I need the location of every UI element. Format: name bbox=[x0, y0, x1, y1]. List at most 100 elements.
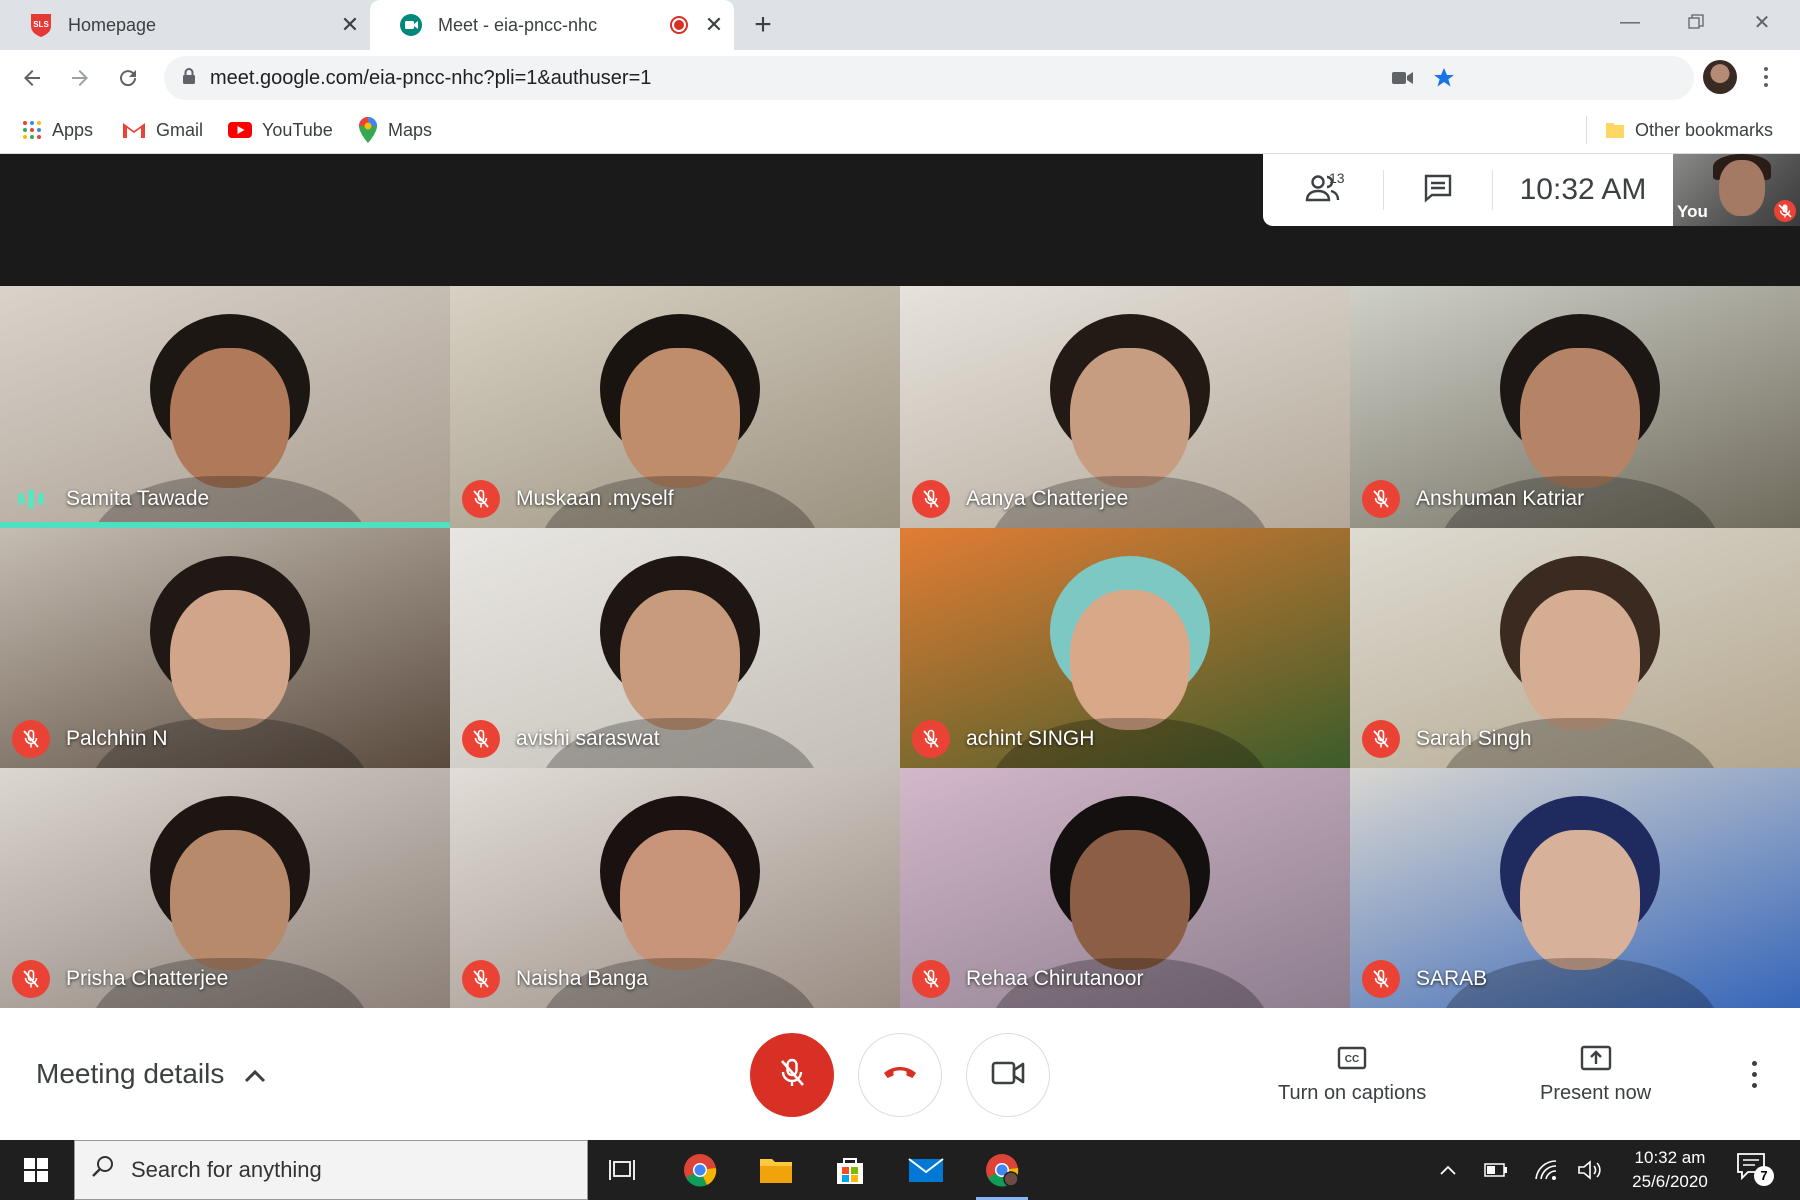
bookmark-star-icon[interactable] bbox=[1432, 56, 1456, 100]
participant-name: Anshuman Katriar bbox=[1416, 487, 1585, 510]
meeting-details-label: Meeting details bbox=[36, 1058, 225, 1089]
participant-name: Muskaan .myself bbox=[516, 487, 674, 510]
present-label: Present now bbox=[1540, 1082, 1652, 1104]
reload-icon[interactable] bbox=[108, 58, 148, 98]
present-now-button[interactable]: Present now bbox=[1540, 1040, 1651, 1105]
participant-tile[interactable]: Palchhin N bbox=[0, 528, 450, 768]
participant-tile[interactable]: avishi saraswat bbox=[450, 528, 900, 768]
volume-icon[interactable] bbox=[1572, 1140, 1608, 1200]
self-view-tile[interactable]: You bbox=[1673, 154, 1800, 226]
chat-button[interactable] bbox=[1383, 170, 1493, 210]
participant-name: Sarah Singh bbox=[1416, 727, 1532, 750]
participant-label: Sarah Singh bbox=[1362, 720, 1532, 758]
participant-face bbox=[620, 348, 740, 488]
bookmark-apps[interactable]: Apps bbox=[22, 106, 93, 154]
participant-label: Naisha Banga bbox=[462, 960, 648, 998]
bookmark-label: Maps bbox=[388, 119, 433, 140]
mic-off-icon bbox=[12, 720, 50, 758]
captions-button[interactable]: CC Turn on captions bbox=[1278, 1040, 1426, 1105]
more-options-icon[interactable] bbox=[1744, 1056, 1764, 1092]
browser-menu-icon[interactable] bbox=[1756, 60, 1776, 94]
mic-off-icon bbox=[462, 480, 500, 518]
bookmark-other[interactable]: Other bookmarks bbox=[1586, 116, 1773, 144]
system-clock[interactable]: 10:32 am 25/6/2020 bbox=[1610, 1146, 1730, 1194]
windows-start-icon[interactable] bbox=[0, 1140, 72, 1200]
back-arrow-icon[interactable] bbox=[12, 58, 52, 98]
windows-taskbar: Search for anything 10:32 am 25/6/2020 7 bbox=[0, 1140, 1800, 1200]
show-hidden-icons-icon[interactable] bbox=[1432, 1140, 1464, 1200]
profile-avatar[interactable] bbox=[1703, 60, 1737, 94]
file-explorer-icon[interactable] bbox=[746, 1146, 806, 1194]
restore-window-icon[interactable] bbox=[1666, 0, 1726, 44]
mic-off-icon bbox=[1362, 720, 1400, 758]
participant-tile[interactable]: achint SINGH bbox=[900, 528, 1350, 768]
participant-label: SARAB bbox=[1362, 960, 1487, 998]
bookmark-youtube[interactable]: YouTube bbox=[228, 106, 333, 154]
meeting-clock: 10:32 AM bbox=[1519, 173, 1647, 206]
participant-tile[interactable]: Samita Tawade bbox=[0, 286, 450, 528]
meeting-details-button[interactable]: Meeting details bbox=[36, 1008, 266, 1140]
battery-icon[interactable] bbox=[1478, 1140, 1514, 1200]
mic-off-icon bbox=[775, 1056, 809, 1095]
microsoft-store-icon[interactable] bbox=[820, 1146, 880, 1194]
meeting-info-panel: 13 10:32 AM bbox=[1263, 154, 1673, 226]
participant-label: Muskaan .myself bbox=[462, 480, 674, 518]
tab-meet[interactable]: Meet - eia-pncc-nhc ✕ bbox=[370, 0, 734, 50]
address-bar[interactable]: meet.google.com/eia-pncc-nhc?pli=1&authu… bbox=[164, 56, 1694, 100]
bookmark-label: YouTube bbox=[262, 119, 333, 140]
task-view-icon[interactable] bbox=[592, 1146, 652, 1194]
chevron-up-icon bbox=[244, 1058, 266, 1090]
closed-captions-icon: CC bbox=[1337, 1040, 1367, 1076]
notification-count: 7 bbox=[1754, 1166, 1774, 1186]
participant-tile[interactable]: SARAB bbox=[1350, 768, 1800, 1008]
participant-name: SARAB bbox=[1416, 967, 1488, 990]
lock-icon bbox=[182, 67, 196, 90]
leave-call-button[interactable] bbox=[858, 1033, 942, 1117]
bookmark-maps[interactable]: Maps bbox=[358, 106, 432, 154]
self-mic-off-icon bbox=[1774, 200, 1796, 226]
participant-grid: Samita Tawade Muskaan .myself Aanya Chat… bbox=[0, 286, 1800, 1008]
new-tab-button[interactable]: + bbox=[746, 8, 780, 42]
forward-arrow-icon[interactable] bbox=[60, 58, 100, 98]
mic-off-icon bbox=[912, 960, 950, 998]
clock-date: 25/6/2020 bbox=[1632, 1172, 1708, 1191]
participant-label: Rehaa Chirutanoor bbox=[912, 960, 1143, 998]
close-window-icon[interactable]: ✕ bbox=[1732, 0, 1792, 44]
participants-button[interactable]: 13 bbox=[1263, 170, 1383, 207]
participant-face bbox=[1520, 830, 1640, 970]
participant-name: Aanya Chatterjee bbox=[966, 487, 1129, 510]
tab-title: Meet - eia-pncc-nhc bbox=[438, 14, 598, 35]
search-icon bbox=[91, 1155, 115, 1185]
apps-grid-icon bbox=[22, 120, 42, 140]
participant-tile[interactable]: Muskaan .myself bbox=[450, 286, 900, 528]
tab-homepage[interactable]: SLS Homepage ✕ bbox=[0, 0, 370, 50]
participant-tile[interactable]: Naisha Banga bbox=[450, 768, 900, 1008]
participant-tile[interactable]: Aanya Chatterjee bbox=[900, 286, 1350, 528]
microphone-toggle-button[interactable] bbox=[750, 1033, 834, 1117]
camera-in-use-icon[interactable] bbox=[1392, 56, 1414, 100]
gmail-icon bbox=[122, 121, 146, 139]
close-tab-icon[interactable]: ✕ bbox=[330, 12, 370, 38]
wifi-icon[interactable] bbox=[1528, 1140, 1564, 1200]
participant-face bbox=[170, 348, 290, 488]
participant-face bbox=[1070, 348, 1190, 488]
participant-label: Palchhin N bbox=[12, 720, 168, 758]
bookmark-label: Gmail bbox=[156, 119, 204, 140]
participant-label: Anshuman Katriar bbox=[1362, 480, 1584, 518]
taskbar-search-input[interactable]: Search for anything bbox=[74, 1140, 588, 1200]
mail-icon[interactable] bbox=[896, 1146, 956, 1194]
participant-tile[interactable]: Rehaa Chirutanoor bbox=[900, 768, 1350, 1008]
participant-tile[interactable]: Prisha Chatterjee bbox=[0, 768, 450, 1008]
close-tab-icon[interactable]: ✕ bbox=[694, 12, 734, 38]
participant-count: 13 bbox=[1329, 169, 1345, 186]
participant-tile[interactable]: Sarah Singh bbox=[1350, 528, 1800, 768]
action-center-button[interactable]: 7 bbox=[1736, 1152, 1776, 1188]
camera-toggle-button[interactable] bbox=[966, 1033, 1050, 1117]
bookmark-gmail[interactable]: Gmail bbox=[122, 106, 203, 154]
chrome-profile-icon[interactable] bbox=[972, 1146, 1032, 1200]
chrome-icon[interactable] bbox=[670, 1146, 730, 1194]
mic-off-icon bbox=[1362, 480, 1400, 518]
minimize-window-icon[interactable]: — bbox=[1600, 0, 1660, 44]
captions-label: Turn on captions bbox=[1278, 1082, 1427, 1104]
participant-tile[interactable]: Anshuman Katriar bbox=[1350, 286, 1800, 528]
